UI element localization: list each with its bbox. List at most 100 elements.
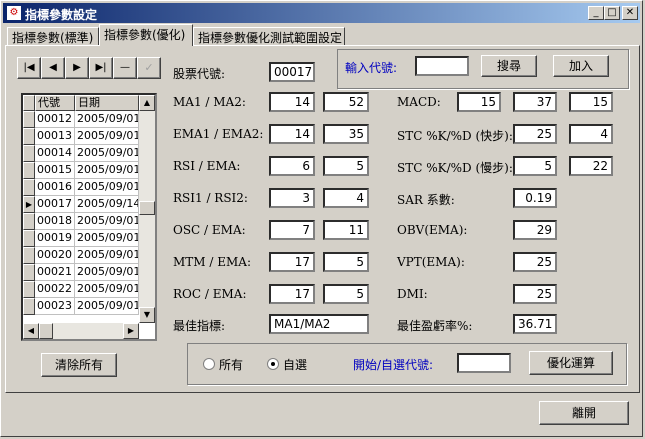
cell-code[interactable]: 00019 [35, 230, 75, 247]
grid-header-date[interactable]: 日期 [75, 95, 139, 111]
param-field-1[interactable]: 17 [269, 252, 315, 272]
table-row[interactable]: ▶ 00017 2005/09/14 [23, 196, 155, 213]
nav-prev-button[interactable]: ◀ [41, 57, 65, 79]
nav-first-button[interactable]: |◀ [17, 57, 41, 79]
nav-last-button[interactable]: ▶| [89, 57, 113, 79]
macd-field-2[interactable]: 37 [513, 92, 557, 112]
param-field-1[interactable]: 6 [269, 156, 315, 176]
add-button[interactable]: 加入 [553, 55, 609, 77]
hscroll-thumb[interactable] [39, 323, 53, 339]
macd-field-3[interactable]: 15 [569, 92, 613, 112]
param-field-1[interactable]: 7 [269, 220, 315, 240]
cell-code[interactable]: 00020 [35, 247, 75, 264]
cell-date[interactable]: 2005/09/14 [75, 196, 139, 213]
tab-optimized[interactable]: 指標參數(優化) [99, 24, 193, 46]
cell-code[interactable]: 00017 [35, 196, 75, 213]
grid-hscrollbar[interactable]: ◀ ▶ [23, 323, 139, 339]
cell-date[interactable]: 2005/09/01 [75, 111, 139, 128]
nav-next-button[interactable]: ▶ [65, 57, 89, 79]
row-header[interactable] [23, 162, 35, 179]
param-field-1[interactable]: 17 [269, 284, 315, 304]
scroll-down-arrow-icon[interactable]: ▼ [139, 307, 155, 323]
param-field-2[interactable]: 11 [323, 220, 369, 240]
search-button[interactable]: 搜尋 [481, 55, 537, 77]
current-row-indicator-icon[interactable]: ▶ [23, 196, 35, 213]
row-header[interactable] [23, 128, 35, 145]
cell-code[interactable]: 00015 [35, 162, 75, 179]
row-header[interactable] [23, 264, 35, 281]
row-header[interactable] [23, 247, 35, 264]
grid-vscrollbar[interactable]: ▲ ▼ [139, 95, 155, 323]
title-bar[interactable]: ⚙ 指標參數設定 _ □ ✕ [3, 3, 640, 23]
maximize-button[interactable]: □ [604, 6, 620, 20]
stc-fast-field-2[interactable]: 4 [569, 124, 613, 144]
stc-slow-field-1[interactable]: 5 [513, 156, 557, 176]
scroll-thumb[interactable] [139, 201, 155, 215]
stc-slow-field-2[interactable]: 22 [569, 156, 613, 176]
exit-button[interactable]: 離開 [539, 401, 629, 425]
best-indicator-field[interactable]: MA1/MA2 [269, 314, 369, 334]
cell-code[interactable]: 00022 [35, 281, 75, 298]
obv-field[interactable]: 29 [513, 220, 557, 240]
param-field-2[interactable]: 5 [323, 284, 369, 304]
cell-date[interactable]: 2005/09/01 [75, 162, 139, 179]
table-row[interactable]: 00022 2005/09/01 [23, 281, 155, 298]
param-field-2[interactable]: 35 [323, 124, 369, 144]
cell-date[interactable]: 2005/09/01 [75, 179, 139, 196]
table-row[interactable]: 00023 2005/09/01 [23, 298, 155, 315]
row-header[interactable] [23, 281, 35, 298]
scroll-right-arrow-icon[interactable]: ▶ [123, 323, 139, 339]
table-row[interactable]: 00016 2005/09/01 [23, 179, 155, 196]
row-header[interactable] [23, 111, 35, 128]
table-row[interactable]: 00015 2005/09/01 [23, 162, 155, 179]
row-header[interactable] [23, 213, 35, 230]
tab-standard[interactable]: 指標參數(標準) [7, 27, 99, 45]
table-row[interactable]: 00014 2005/09/01 [23, 145, 155, 162]
cell-code[interactable]: 00013 [35, 128, 75, 145]
scroll-left-arrow-icon[interactable]: ◀ [23, 323, 39, 339]
cell-code[interactable]: 00023 [35, 298, 75, 315]
table-row[interactable]: 00012 2005/09/01 [23, 111, 155, 128]
row-header[interactable] [23, 230, 35, 247]
clear-all-button[interactable]: 清除所有 [41, 353, 117, 377]
cell-date[interactable]: 2005/09/01 [75, 230, 139, 247]
param-field-2[interactable]: 5 [323, 252, 369, 272]
cell-code[interactable]: 00018 [35, 213, 75, 230]
macd-field-1[interactable]: 15 [457, 92, 501, 112]
stock-grid[interactable]: 代號 日期 00012 2005/09/01 00013 2005/09/01 0001… [21, 93, 157, 341]
param-field-2[interactable]: 5 [323, 156, 369, 176]
minimize-button[interactable]: _ [588, 6, 604, 20]
cell-date[interactable]: 2005/09/01 [75, 298, 139, 315]
row-header[interactable] [23, 179, 35, 196]
cell-code[interactable]: 00021 [35, 264, 75, 281]
cell-code[interactable]: 00014 [35, 145, 75, 162]
cell-date[interactable]: 2005/09/01 [75, 247, 139, 264]
table-row[interactable]: 00013 2005/09/01 [23, 128, 155, 145]
search-input[interactable] [415, 56, 469, 76]
cell-date[interactable]: 2005/09/01 [75, 264, 139, 281]
table-row[interactable]: 00021 2005/09/01 [23, 264, 155, 281]
tab-optimize-range[interactable]: 指標參數優化測試範圍設定 [193, 27, 345, 45]
row-header[interactable] [23, 145, 35, 162]
param-field-1[interactable]: 3 [269, 188, 315, 208]
radio-custom[interactable] [267, 358, 279, 370]
cell-date[interactable]: 2005/09/01 [75, 128, 139, 145]
row-header[interactable] [23, 298, 35, 315]
param-field-2[interactable]: 52 [323, 92, 369, 112]
best-profit-field[interactable]: 36.71 [513, 314, 557, 334]
start-code-input[interactable] [457, 353, 511, 373]
cell-date[interactable]: 2005/09/01 [75, 145, 139, 162]
dmi-field[interactable]: 25 [513, 284, 557, 304]
radio-all[interactable] [203, 358, 215, 370]
cell-code[interactable]: 00016 [35, 179, 75, 196]
grid-header-code[interactable]: 代號 [35, 95, 75, 111]
stock-code-field[interactable]: 00017 [269, 62, 315, 82]
table-row[interactable]: 00019 2005/09/01 [23, 230, 155, 247]
close-window-button[interactable]: ✕ [622, 6, 638, 20]
param-field-2[interactable]: 4 [323, 188, 369, 208]
cell-code[interactable]: 00012 [35, 111, 75, 128]
table-row[interactable]: 00018 2005/09/01 [23, 213, 155, 230]
param-field-1[interactable]: 14 [269, 92, 315, 112]
scroll-up-arrow-icon[interactable]: ▲ [139, 95, 155, 111]
param-field-1[interactable]: 14 [269, 124, 315, 144]
